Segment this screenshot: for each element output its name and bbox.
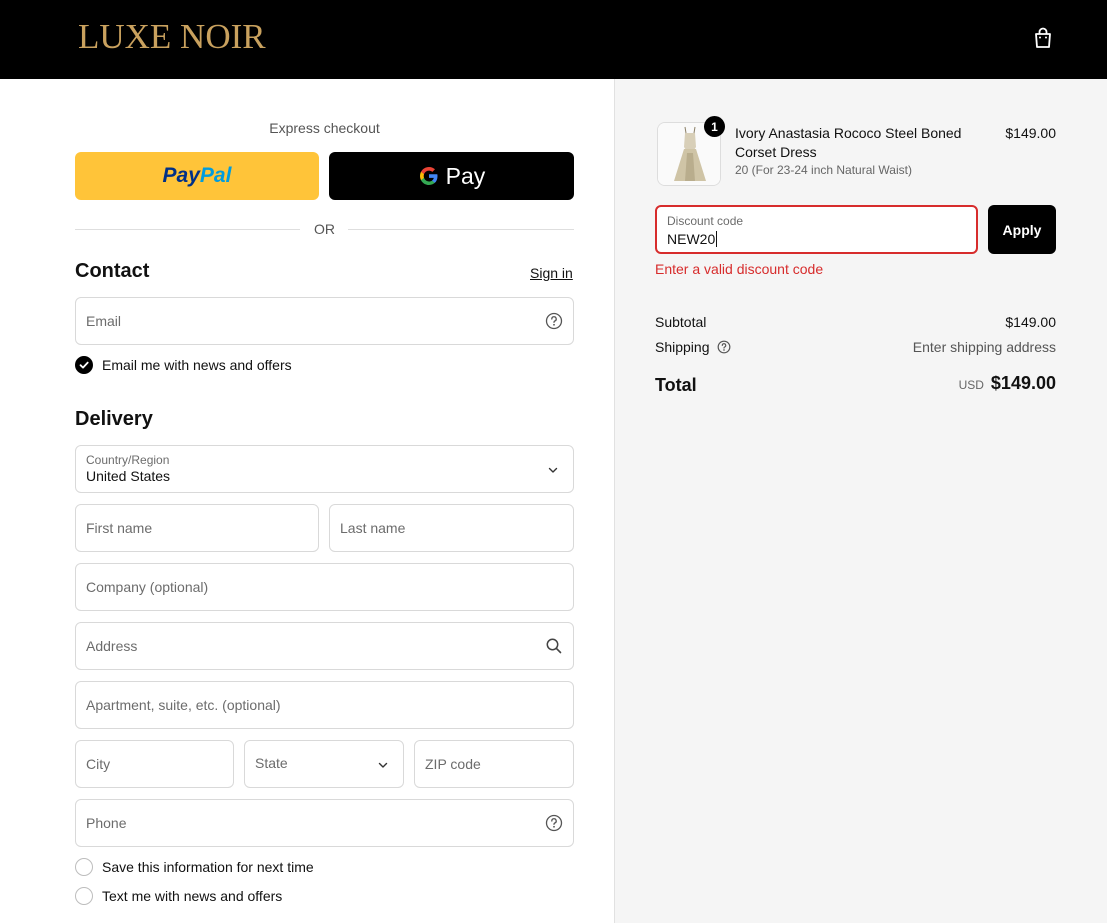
shipping-value: Enter shipping address [912,339,1056,355]
text-news-checkbox[interactable]: Text me with news and offers [75,887,282,905]
or-label: OR [314,221,335,237]
subtotal-row: Subtotal $149.00 [655,314,1056,330]
email-news-checkbox[interactable]: Email me with news and offers [75,356,292,374]
help-icon[interactable] [717,340,731,354]
state-placeholder: State [255,755,288,771]
country-select[interactable]: Country/Region United States [75,445,574,493]
help-icon[interactable] [545,312,563,330]
product-variant: 20 (For 23-24 inch Natural Waist) [735,163,912,177]
paypal-logo: PayPal [162,164,232,187]
delivery-heading: Delivery [75,408,153,430]
last-name-field[interactable]: Last name [329,504,574,552]
checkbox-checked[interactable] [75,356,93,374]
google-pay-button[interactable]: Pay [329,152,574,200]
sign-in-link[interactable]: Sign in [530,265,573,281]
discount-label: Discount code [667,214,744,228]
help-icon[interactable] [545,814,563,832]
email-placeholder: Email [86,313,122,329]
discount-value: NEW20 [667,231,716,247]
last-name-placeholder: Last name [340,520,406,536]
apartment-field[interactable]: Apartment, suite, etc. (optional) [75,681,574,729]
checkout-form: Express checkout PayPal Pay OR Contact S… [0,79,614,923]
city-field[interactable]: City [75,740,234,788]
brand-logo[interactable]: LUXE NOIR [78,17,266,57]
cart-button[interactable] [1030,25,1056,51]
country-label: Country/Region [86,453,170,467]
discount-code-field[interactable]: Discount code NEW20 [655,205,978,254]
shipping-row: Shipping Enter shipping address [655,339,1056,355]
email-news-label: Email me with news and offers [102,357,292,373]
save-info-label: Save this information for next time [102,859,314,875]
chevron-down-icon [548,467,558,473]
currency-code: USD [958,378,984,392]
total-value: $149.00 [990,373,1056,393]
first-name-placeholder: First name [86,520,153,536]
zip-placeholder: ZIP code [425,756,481,772]
product-name: Ivory Anastasia Rococo Steel Boned Corse… [735,125,962,160]
quantity-badge: 1 [704,116,725,137]
discount-error-message: Enter a valid discount code [655,261,824,277]
first-name-field[interactable]: First name [75,504,319,552]
save-info-checkbox[interactable]: Save this information for next time [75,858,314,876]
text-news-label: Text me with news and offers [102,888,283,904]
subtotal-label: Subtotal [655,314,707,330]
apply-button[interactable]: Apply [988,205,1056,254]
phone-field[interactable]: Phone [75,799,574,847]
or-divider: OR [75,220,574,238]
state-select[interactable]: State [244,740,404,788]
product-price: $149.00 [1005,125,1056,141]
company-placeholder: Company (optional) [86,579,209,595]
google-pay-label: Pay [445,162,486,189]
shipping-label: Shipping [655,339,710,355]
total-amount-group: USD $149.00 [959,373,1056,394]
company-field[interactable]: Company (optional) [75,563,574,611]
paypal-button[interactable]: PayPal [75,152,319,200]
contact-heading: Contact [75,260,150,282]
google-g-icon [419,167,438,185]
checkbox-unchecked[interactable] [75,858,93,876]
check-icon [79,361,89,369]
chevron-down-icon [378,762,388,768]
zip-field[interactable]: ZIP code [414,740,574,788]
address-placeholder: Address [86,638,138,654]
country-value: United States [86,468,171,484]
text-cursor [716,231,718,247]
phone-placeholder: Phone [86,815,127,831]
top-bar: LUXE NOIR [0,0,1107,79]
total-row: Total USD $149.00 [655,373,1056,396]
discount-value-wrap: NEW20 [667,231,718,247]
checkbox-unchecked[interactable] [75,887,93,905]
address-field[interactable]: Address [75,622,574,670]
apartment-placeholder: Apartment, suite, etc. (optional) [86,697,281,713]
express-checkout-title: Express checkout [269,120,380,136]
shopping-bag-icon [1035,27,1051,48]
city-placeholder: City [86,756,111,772]
total-label: Total [655,375,697,395]
subtotal-value: $149.00 [1005,314,1056,330]
search-icon [546,638,562,654]
order-summary: 1 Ivory Anastasia Rococo Steel Boned Cor… [614,79,1107,923]
email-field[interactable]: Email [75,297,574,345]
